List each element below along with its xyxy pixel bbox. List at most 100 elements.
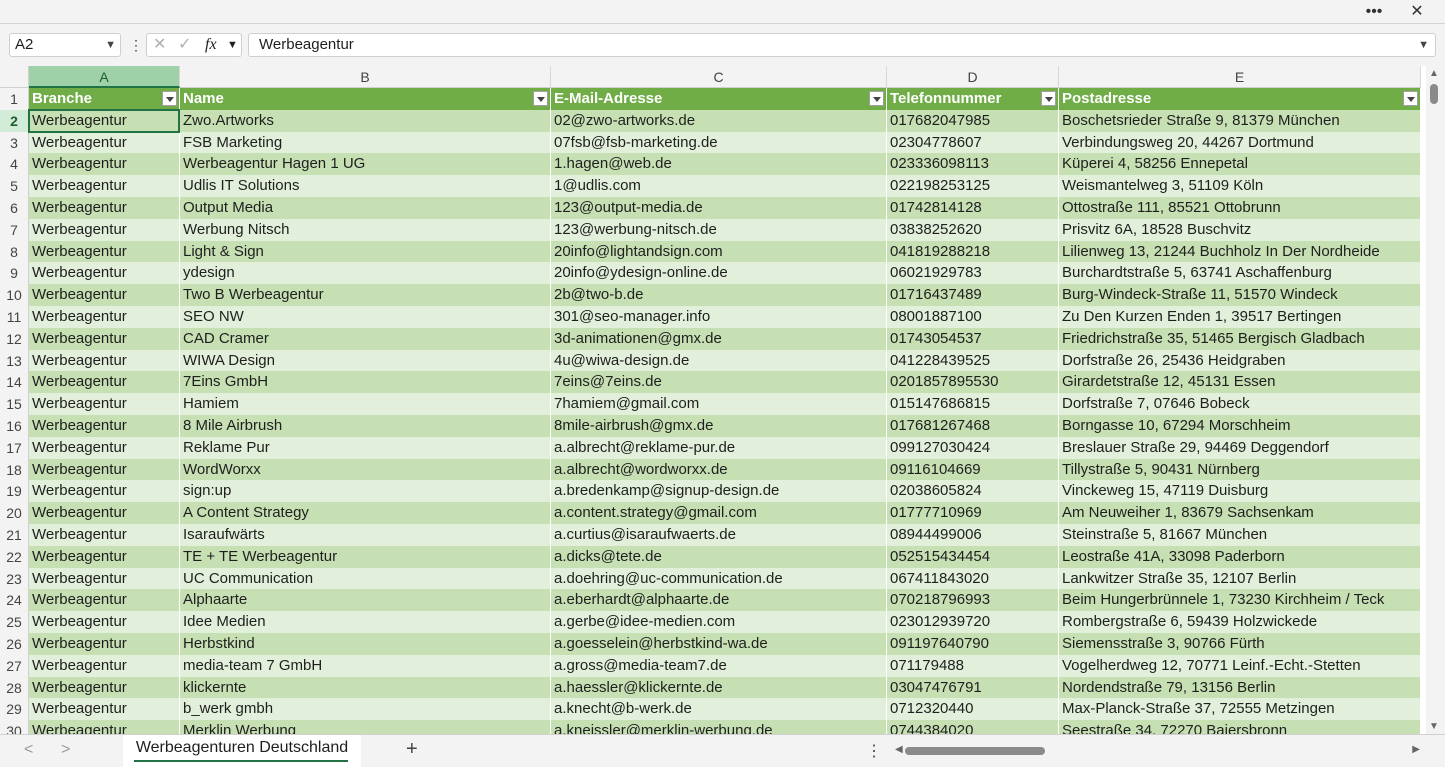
table-cell[interactable]: TE + TE Werbeagentur	[180, 545, 551, 568]
table-cell[interactable]: a.albrecht@wordworxx.de	[551, 458, 887, 481]
column-header-e[interactable]: E	[1059, 66, 1421, 88]
table-cell[interactable]: Werbeagentur	[29, 393, 180, 415]
table-cell[interactable]: 041819288218	[887, 240, 1059, 263]
table-cell[interactable]: Steinstraße 5, 81667 München	[1059, 524, 1421, 546]
table-cell[interactable]: a.goesselein@herbstkind-wa.de	[551, 633, 887, 655]
table-cell[interactable]: Werbeagentur	[29, 524, 180, 546]
row-number[interactable]: 16	[0, 415, 29, 437]
table-cell[interactable]: klickernte	[180, 676, 551, 699]
table-cell[interactable]: Output Media	[180, 197, 551, 219]
table-cell[interactable]: 01777710969	[887, 502, 1059, 524]
table-cell[interactable]: Werbeagentur	[29, 611, 180, 633]
table-cell[interactable]: Reklame Pur	[180, 436, 551, 459]
table-cell[interactable]: a.haessler@klickernte.de	[551, 676, 887, 699]
table-cell[interactable]: FSB Marketing	[180, 131, 551, 154]
row-number[interactable]: 8	[0, 240, 29, 263]
table-cell[interactable]: Werbeagentur Hagen 1 UG	[180, 153, 551, 176]
prev-sheet-icon[interactable]: <	[24, 741, 33, 759]
table-cell[interactable]: Breslauer Straße 29, 94469 Deggendorf	[1059, 436, 1421, 459]
row-number[interactable]: 10	[0, 284, 29, 306]
table-cell[interactable]: Werbeagentur	[29, 654, 180, 677]
table-cell[interactable]: 3d-animationen@gmx.de	[551, 327, 887, 350]
table-cell[interactable]: a.content.strategy@gmail.com	[551, 502, 887, 524]
table-cell[interactable]: 4u@wiwa-design.de	[551, 349, 887, 372]
table-cell[interactable]: CAD Cramer	[180, 327, 551, 350]
row-number[interactable]: 15	[0, 393, 29, 415]
table-cell[interactable]: Hamiem	[180, 393, 551, 415]
formula-input[interactable]: Werbeagentur ▼	[248, 33, 1436, 57]
row-number[interactable]: 9	[0, 262, 29, 285]
table-cell[interactable]: Werbeagentur	[29, 371, 180, 394]
row-number[interactable]: 18	[0, 458, 29, 481]
table-cell[interactable]: a.albrecht@reklame-pur.de	[551, 436, 887, 459]
row-number[interactable]: 6	[0, 197, 29, 219]
table-cell[interactable]: Werbeagentur	[29, 415, 180, 437]
table-cell[interactable]: Werbeagentur	[29, 240, 180, 263]
table-cell[interactable]: Werbeagentur	[29, 153, 180, 176]
table-cell[interactable]: 01743054537	[887, 327, 1059, 350]
cancel-icon[interactable]: ✕	[153, 34, 166, 56]
table-cell[interactable]: Weismantelweg 3, 51109 Köln	[1059, 175, 1421, 197]
table-cell[interactable]: Two B Werbeagentur	[180, 284, 551, 306]
table-cell[interactable]: 08001887100	[887, 306, 1059, 328]
vertical-scrollbar[interactable]: ▲ ▼	[1426, 66, 1445, 734]
table-cell[interactable]: Idee Medien	[180, 611, 551, 633]
table-cell[interactable]: 052515434454	[887, 545, 1059, 568]
header-cell[interactable]: Branche	[29, 88, 180, 110]
add-sheet-button[interactable]: +	[406, 738, 418, 761]
filter-dropdown-icon[interactable]	[869, 91, 884, 106]
row-number[interactable]: 14	[0, 371, 29, 394]
table-cell[interactable]: 091197640790	[887, 633, 1059, 655]
table-cell[interactable]: Girardetstraße 12, 45131 Essen	[1059, 371, 1421, 394]
row-number[interactable]: 11	[0, 306, 29, 328]
row-number[interactable]: 29	[0, 698, 29, 721]
horizontal-scrollbar[interactable]: ◀ ▶	[895, 744, 1420, 757]
table-cell[interactable]: Verbindungsweg 20, 44267 Dortmund	[1059, 131, 1421, 154]
table-cell[interactable]: Borngasse 10, 67294 Morschheim	[1059, 415, 1421, 437]
chevron-down-icon[interactable]: ▼	[227, 34, 238, 56]
row-number[interactable]: 13	[0, 349, 29, 372]
table-cell[interactable]: Werbeagentur	[29, 502, 180, 524]
table-cell[interactable]: Light & Sign	[180, 240, 551, 263]
table-cell[interactable]: 123@output-media.de	[551, 197, 887, 219]
header-cell[interactable]: Name	[180, 88, 551, 110]
table-cell[interactable]: 03047476791	[887, 676, 1059, 699]
scroll-down-icon[interactable]: ▼	[1429, 721, 1439, 732]
table-cell[interactable]: 023012939720	[887, 611, 1059, 633]
table-cell[interactable]: 08944499006	[887, 524, 1059, 546]
row-number[interactable]: 7	[0, 218, 29, 241]
table-cell[interactable]: Beim Hungerbrünnele 1, 73230 Kirchheim /…	[1059, 589, 1421, 612]
table-cell[interactable]: 02038605824	[887, 480, 1059, 503]
table-cell[interactable]: Prisvitz 6A, 18528 Buschvitz	[1059, 218, 1421, 241]
table-cell[interactable]: 7Eins GmbH	[180, 371, 551, 394]
column-header-b[interactable]: B	[180, 66, 551, 88]
row-number[interactable]: 28	[0, 676, 29, 699]
chevron-down-icon[interactable]: ▼	[105, 34, 116, 56]
table-cell[interactable]: Werbeagentur	[29, 698, 180, 721]
table-cell[interactable]: Werbeagentur	[29, 131, 180, 154]
scroll-right-icon[interactable]: ▶	[1412, 744, 1420, 755]
table-cell[interactable]: a.knecht@b-werk.de	[551, 698, 887, 721]
table-cell[interactable]: Nordendstraße 79, 13156 Berlin	[1059, 676, 1421, 699]
enter-icon[interactable]: ✓	[178, 34, 191, 56]
table-cell[interactable]: Werbeagentur	[29, 633, 180, 655]
table-cell[interactable]: 09116104669	[887, 458, 1059, 481]
table-cell[interactable]: Werbeagentur	[29, 545, 180, 568]
scroll-thumb[interactable]	[1430, 84, 1438, 104]
table-cell[interactable]: Werbeagentur	[29, 567, 180, 590]
spreadsheet-grid[interactable]: A B C D E 1 Branche Name E-Mail-Adresse Telefonnu…	[0, 66, 1426, 734]
table-cell[interactable]: a.dicks@tete.de	[551, 545, 887, 568]
table-cell[interactable]: Werbeagentur	[29, 480, 180, 503]
scroll-thumb[interactable]	[905, 747, 1045, 755]
table-cell[interactable]: 03838252620	[887, 218, 1059, 241]
table-cell[interactable]: 015147686815	[887, 393, 1059, 415]
table-cell[interactable]: Werbeagentur	[29, 284, 180, 306]
row-number[interactable]: 19	[0, 480, 29, 503]
table-cell[interactable]: Am Neuweiher 1, 83679 Sachsenkam	[1059, 502, 1421, 524]
table-cell[interactable]: WIWA Design	[180, 349, 551, 372]
table-cell[interactable]: 017681267468	[887, 415, 1059, 437]
row-number[interactable]: 25	[0, 611, 29, 633]
table-cell[interactable]: Zwo.Artworks	[180, 109, 551, 132]
table-cell[interactable]: Dorfstraße 26, 25436 Heidgraben	[1059, 349, 1421, 372]
table-cell[interactable]: 2b@two-b.de	[551, 284, 887, 306]
